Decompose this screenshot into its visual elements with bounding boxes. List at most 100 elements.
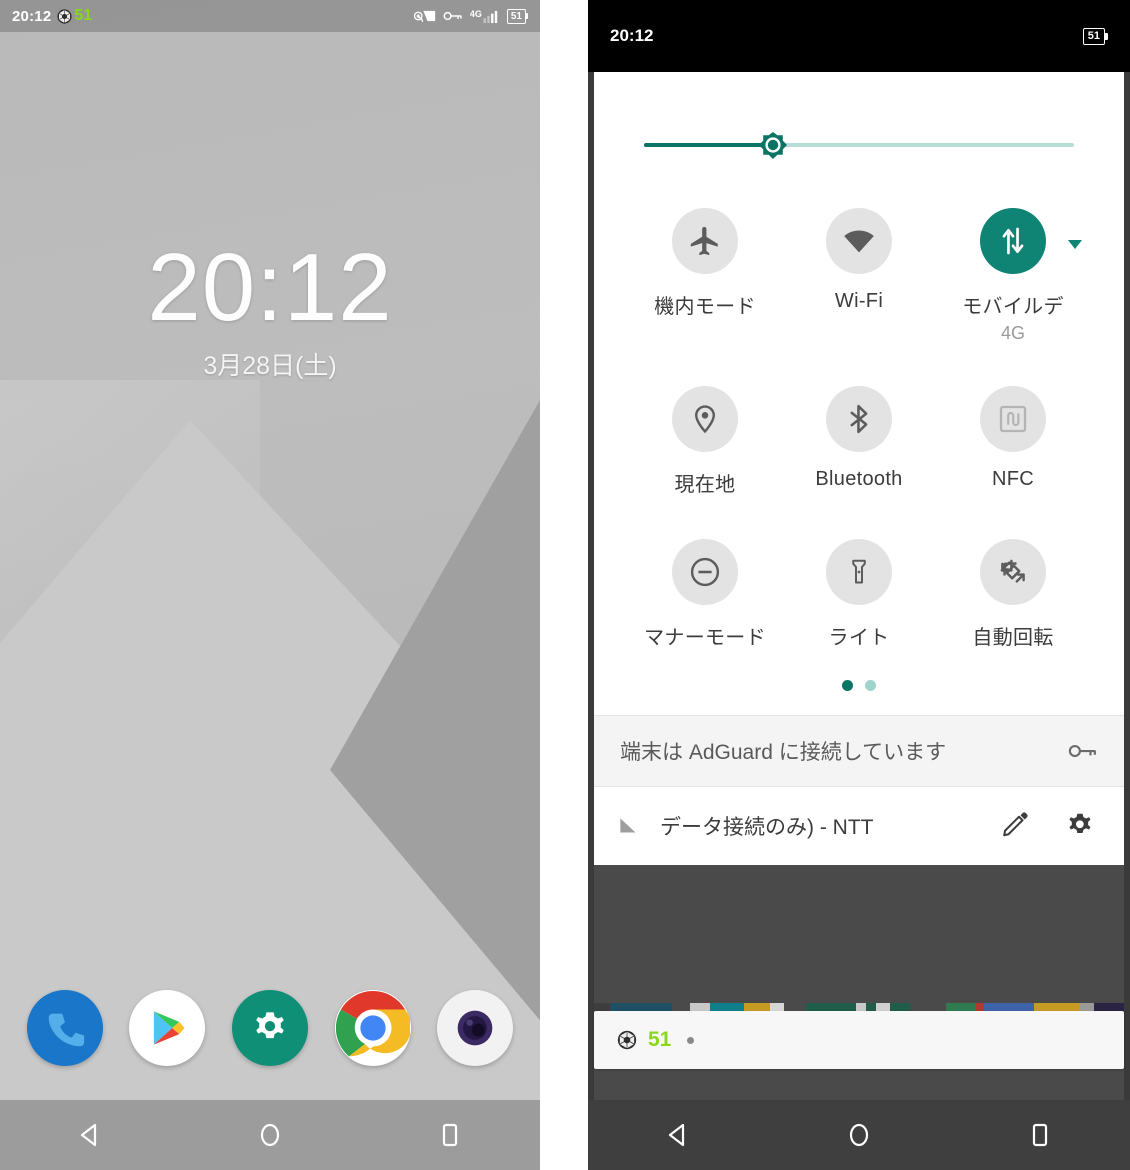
tile-icon-wrapper (672, 386, 738, 452)
notification-more-dot (687, 1036, 695, 1044)
page-dot-1[interactable] (842, 680, 853, 691)
tile-icon-wrapper (980, 539, 1046, 605)
tile-airplane-mode[interactable]: 機内モード (628, 208, 782, 344)
tile-label: 現在地 (674, 474, 736, 496)
tile-icon-wrapper (980, 386, 1046, 452)
chevron-down-icon[interactable] (1068, 240, 1082, 249)
wifi-icon (844, 230, 874, 253)
tile-auto-rotate[interactable]: 自動回転 (936, 539, 1090, 650)
location-pin-icon (695, 405, 715, 434)
recents-button[interactable] (1010, 1113, 1070, 1157)
tile-sublabel: 4G (1000, 323, 1025, 343)
aperture-count: 51 (74, 7, 93, 24)
vpn-key-icon (1068, 744, 1096, 758)
status-bar-right-group: 4G 51 (413, 8, 528, 24)
bluetooth-icon (850, 404, 868, 434)
clock-date: 3月28日(土) (203, 352, 337, 380)
tile-icon-wrapper (980, 208, 1046, 274)
carrier-name: データ接続のみ) - NTT (660, 816, 874, 839)
tile-label: ライト (828, 627, 890, 649)
signal-bars-icon (483, 10, 498, 23)
recents-icon (442, 1123, 458, 1147)
brightness-slider-row[interactable] (594, 128, 1124, 162)
recents-button[interactable] (420, 1113, 480, 1157)
vpn-status-text: 端末は AdGuard に接続しています (620, 741, 947, 764)
page-indicator (594, 676, 1124, 715)
tile-label: モバイルデ (962, 296, 1064, 318)
edit-button[interactable] (1000, 809, 1030, 844)
quick-settings-tiles-area: 機内モード Wi-Fi モバイルデ 4G 現在地 Bluetooth NFC マ… (594, 72, 1124, 715)
brightness-slider-track[interactable] (644, 132, 1074, 159)
quick-settings-panel: 機内モード Wi-Fi モバイルデ 4G 現在地 Bluetooth NFC マ… (594, 72, 1124, 865)
back-button[interactable] (60, 1113, 120, 1157)
cast-icon (413, 10, 436, 23)
tile-icon-wrapper (826, 539, 892, 605)
flashlight-icon (852, 559, 866, 584)
aperture-badge: 51 (56, 7, 92, 25)
left-status-bar: 20:12 51 4G 51 (0, 0, 540, 32)
status-bar-clock: 20:12 (610, 26, 654, 45)
tile-do-not-disturb[interactable]: マナーモード (628, 539, 782, 650)
play-store-app-icon[interactable] (129, 990, 206, 1066)
tile-flashlight[interactable]: ライト (782, 539, 936, 650)
signal-triangle-icon (620, 818, 636, 833)
tile-location[interactable]: 現在地 (628, 386, 782, 497)
tile-icon-wrapper (826, 386, 892, 452)
home-clock-widget[interactable]: 20:12 3月28日(土) (0, 240, 540, 382)
left-navigation-bar (0, 1100, 540, 1170)
pencil-icon (1003, 811, 1028, 836)
tile-wifi[interactable]: Wi-Fi (782, 208, 936, 344)
clock-time: 20:12 (147, 234, 393, 341)
tile-label: 機内モード (654, 296, 756, 318)
battery-level: 51 (1082, 27, 1105, 45)
status-bar-left-group: 20:12 51 (12, 7, 92, 25)
back-button[interactable] (648, 1113, 708, 1157)
notification-aperture-count: 51 (648, 1028, 672, 1051)
tile-icon-wrapper (672, 208, 738, 274)
settings-button[interactable] (1064, 808, 1096, 845)
home-icon (849, 1123, 869, 1147)
quick-settings-tile-grid: 機内モード Wi-Fi モバイルデ 4G 現在地 Bluetooth NFC マ… (594, 162, 1124, 676)
tile-mobile-data[interactable]: モバイルデ 4G (936, 208, 1090, 344)
right-phone-quick-settings: 20:12 51 機内モード Wi-Fi モバイルデ 4G 現在地 Blueto… (588, 0, 1130, 1170)
tile-bluetooth[interactable]: Bluetooth (782, 386, 936, 497)
tile-nfc[interactable]: NFC (936, 386, 1090, 497)
tile-label: Bluetooth (815, 468, 903, 490)
nfc-icon (999, 405, 1027, 433)
battery-icon: 51 (1082, 27, 1108, 45)
page-dot-2[interactable] (865, 680, 876, 691)
chrome-app-icon[interactable] (334, 990, 411, 1066)
aperture-icon (57, 8, 72, 24)
vpn-status-banner[interactable]: 端末は AdGuard に接続しています (594, 715, 1124, 787)
notification-shade-strip[interactable]: 51 (594, 1011, 1124, 1069)
battery-icon: 51 (506, 8, 528, 24)
home-icon (260, 1123, 280, 1147)
tile-label: NFC (991, 468, 1034, 490)
home-button[interactable] (240, 1113, 300, 1157)
mobile-data-icon (1002, 227, 1024, 255)
recents-icon (1032, 1123, 1047, 1147)
status-bar-clock: 20:12 (12, 7, 52, 25)
settings-app-icon[interactable] (231, 990, 308, 1066)
brightness-slider-fill (644, 143, 773, 147)
screenshot-stage: 20:12 51 4G 51 20:12 3月28日(土) 20:12 51 機… (0, 0, 1130, 1170)
play-triangle-icon (154, 1011, 185, 1045)
right-status-bar: 20:12 51 (588, 0, 1130, 72)
brightness-sun-icon (759, 132, 787, 159)
back-icon (80, 1123, 97, 1147)
home-button[interactable] (829, 1113, 889, 1157)
camera-lens-icon (457, 1010, 493, 1046)
aperture-icon (617, 1030, 637, 1050)
tile-label: Wi-Fi (834, 290, 884, 312)
phone-app-icon[interactable] (26, 990, 103, 1066)
signal-4g-icon: 4G (470, 9, 500, 24)
gear-icon (256, 1012, 284, 1039)
airplane-icon (690, 226, 718, 256)
chrome-logo-icon (335, 991, 410, 1065)
carrier-info-row: データ接続のみ) - NTT (594, 787, 1124, 865)
camera-app-icon[interactable] (437, 990, 514, 1066)
right-navigation-bar (588, 1100, 1130, 1170)
home-dock (0, 990, 540, 1066)
tile-icon-wrapper (672, 539, 738, 605)
brightness-slider-thumb[interactable] (757, 129, 789, 161)
